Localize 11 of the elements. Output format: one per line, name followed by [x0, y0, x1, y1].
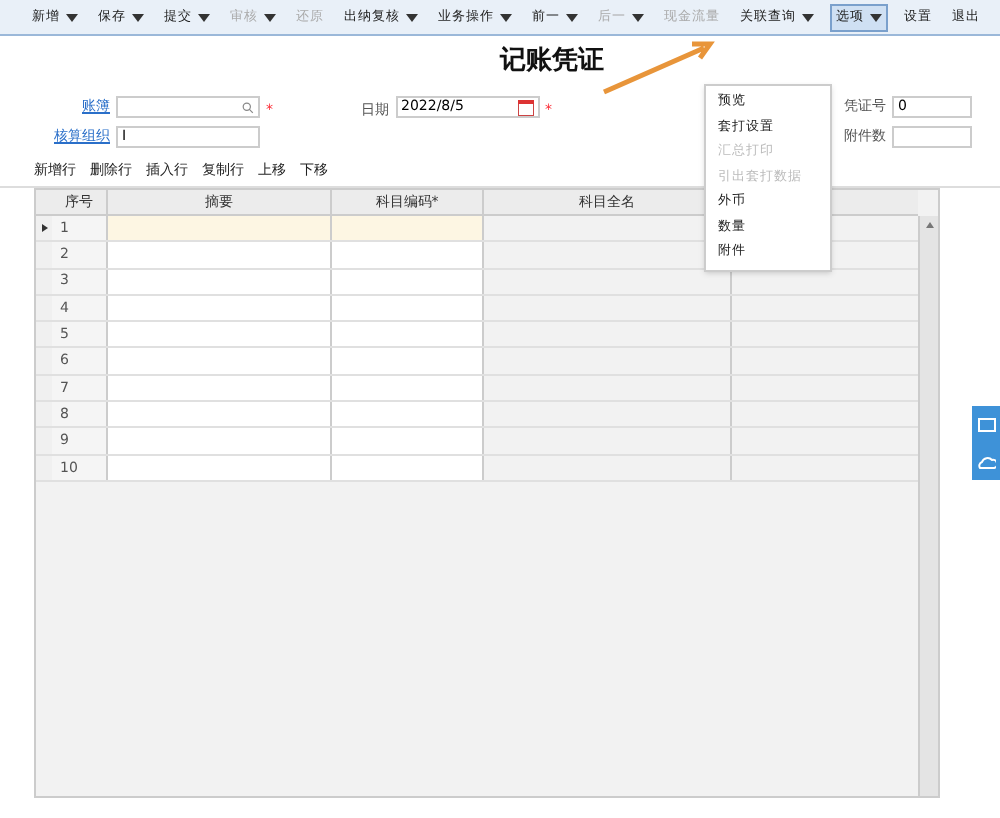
- calendar-icon[interactable]: [517, 99, 533, 115]
- row-pointer-icon: [41, 224, 47, 233]
- row-header[interactable]: [36, 216, 52, 241]
- scrollbar[interactable]: [918, 216, 938, 796]
- annotation-arrow: [600, 36, 716, 96]
- page-title: 记账凭证: [500, 44, 604, 81]
- attachment-count-field[interactable]: [892, 126, 972, 148]
- scroll-up-icon[interactable]: [925, 222, 933, 228]
- book-field[interactable]: [116, 96, 260, 118]
- cloud-icon[interactable]: [977, 455, 995, 469]
- search-icon[interactable]: [242, 101, 254, 113]
